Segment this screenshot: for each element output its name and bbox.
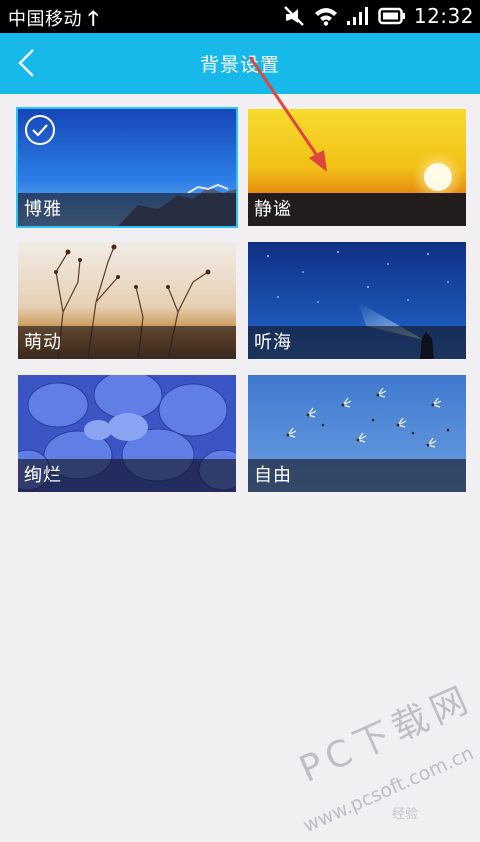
tile-label: 自由	[254, 465, 292, 486]
background-tile-xuanlan[interactable]: 绚烂	[18, 375, 236, 492]
background-tile-tinghai[interactable]: 听海	[248, 242, 466, 359]
background-tile-mengdong[interactable]: 萌动	[18, 242, 236, 359]
carrier-name: 中国移动	[8, 9, 82, 30]
tile-label: 萌动	[24, 332, 62, 353]
background-tile-boya[interactable]: 博雅	[16, 107, 238, 228]
page-title: 背景设置	[199, 54, 280, 76]
watermark-brand: PC下载网	[293, 678, 480, 791]
background-tile-ziyou[interactable]: 自由	[248, 375, 466, 492]
wifi-icon	[314, 8, 337, 26]
status-bar: 中国移动 🡑 12:32	[0, 0, 480, 33]
tile-label: 博雅	[24, 199, 62, 220]
selected-check-icon	[25, 115, 55, 145]
signal-icon	[346, 7, 368, 25]
battery-icon	[378, 7, 405, 25]
watermark-small: 经验	[392, 807, 419, 822]
tile-label: 绚烂	[24, 465, 62, 486]
background-tile-jingmi[interactable]: 静谧	[248, 109, 466, 226]
tile-label: 静谧	[254, 199, 292, 220]
app-header: 背景设置	[0, 33, 480, 94]
tile-label: 听海	[254, 332, 292, 353]
clock: 12:32	[413, 4, 474, 28]
muted-icon	[284, 6, 304, 26]
